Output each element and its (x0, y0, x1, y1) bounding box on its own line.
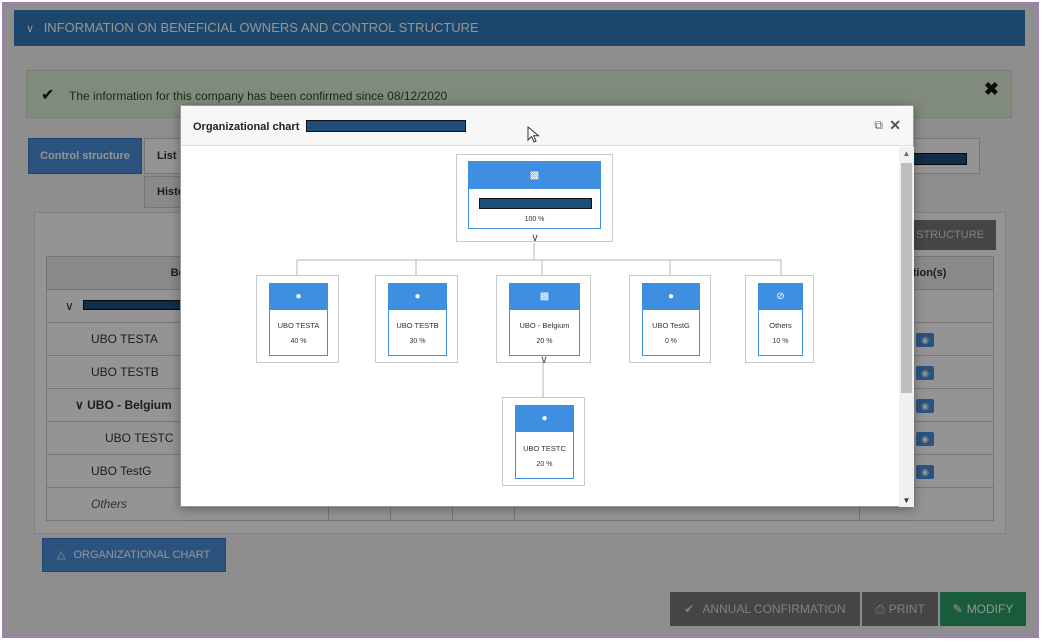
user-icon: ● (270, 284, 327, 310)
org-node-ubo-testb[interactable]: ● UBO TESTB 30 % (375, 275, 458, 363)
node-percentage: 0 % (664, 338, 678, 345)
scroll-up-icon[interactable]: ▲ (899, 149, 914, 158)
org-node-ubo-testc[interactable]: ● UBO TESTC 20 % (502, 397, 585, 486)
redaction-bar (479, 198, 592, 209)
chevron-down-icon[interactable]: ∨ (527, 231, 543, 244)
node-percentage: 30 % (409, 338, 426, 345)
mouse-cursor-icon (527, 126, 540, 143)
node-name: Others (769, 321, 792, 330)
expand-icon[interactable]: ⧉ (874, 118, 883, 133)
modal-title: Organizational chart (193, 120, 467, 133)
org-node-ubo-testg[interactable]: ● UBO TestG 0 % (629, 275, 711, 363)
chevron-down-icon[interactable]: ∨ (536, 353, 552, 366)
node-name: UBO TESTC (523, 444, 566, 453)
modal-header: Organizational chart ⧉ ✕ (181, 106, 913, 146)
building-icon: ▩ (510, 284, 579, 310)
user-icon: ● (516, 406, 573, 432)
app-frame: ∨ INFORMATION ON BENEFICIAL OWNERS AND C… (2, 2, 1039, 638)
building-icon: ▩ (469, 162, 600, 189)
node-name: UBO - Belgium (519, 321, 570, 330)
org-node-ubo-belgium[interactable]: ▩ UBO - Belgium 20 % (496, 275, 591, 363)
eye-slash-icon: ⊘ (759, 284, 802, 310)
org-node-others[interactable]: ⊘ Others 10 % (745, 275, 814, 363)
user-icon: ● (389, 284, 446, 310)
node-name: UBO TESTB (396, 321, 439, 330)
node-percentage: 100 % (524, 216, 545, 223)
org-node-ubo-testa[interactable]: ● UBO TESTA 40 % (256, 275, 339, 363)
node-name: UBO TestG (652, 321, 690, 330)
vertical-scrollbar[interactable]: ▲ ▼ (899, 147, 914, 507)
scroll-down-icon[interactable]: ▼ (899, 496, 914, 505)
node-percentage: 20 % (536, 461, 553, 468)
modal-title-text: Organizational chart (193, 121, 300, 133)
chart-canvas: ▩ 100 % ∨ ● UBO TESTA 40 % ● UBO TESTB 3… (181, 147, 899, 507)
close-icon[interactable]: ✕ (889, 117, 901, 134)
org-chart-modal: Organizational chart ⧉ ✕ ▩ 100 % ∨ ● UBO… (180, 105, 914, 507)
node-percentage: 40 % (290, 338, 307, 345)
redaction-bar (306, 120, 467, 132)
scroll-thumb[interactable] (901, 163, 912, 393)
node-name: UBO TESTA (277, 321, 320, 330)
user-icon: ● (643, 284, 699, 310)
org-node-root[interactable]: ▩ 100 % (456, 154, 613, 242)
node-percentage: 20 % (536, 338, 553, 345)
node-percentage: 10 % (772, 338, 789, 345)
